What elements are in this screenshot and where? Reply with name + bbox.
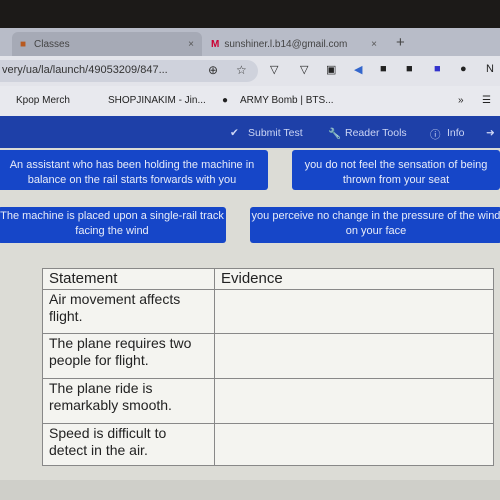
info-icon: ⓘ — [430, 129, 441, 141]
evidence-drop-zone[interactable] — [214, 289, 494, 334]
tab-strip: ■ Classes × Msunshiner.l.b14@gmail.com × + — [0, 28, 500, 56]
extension-icon[interactable]: N — [486, 63, 494, 75]
evidence-card[interactable]: An assistant who has been holding the ma… — [0, 150, 268, 190]
info-button[interactable]: Info — [447, 127, 465, 139]
extension-icon[interactable]: ● — [460, 63, 467, 75]
column-header: Evidence — [214, 268, 494, 290]
reader-tools-button[interactable]: Reader Tools — [345, 127, 407, 139]
globe-icon: ● — [222, 95, 229, 106]
reading-list-icon[interactable]: ☰ — [482, 95, 491, 106]
evidence-card[interactable]: The machine is placed upon a single-rail… — [0, 207, 226, 243]
extension-icon[interactable]: ■ — [434, 63, 441, 75]
tab-classes[interactable]: ■ Classes × — [12, 32, 202, 56]
bookmark-army-bomb[interactable]: ARMY Bomb | BTS... — [240, 95, 334, 106]
classroom-icon: ■ — [20, 38, 27, 50]
column-header: Statement — [42, 268, 215, 290]
address-bar-row: very/ua/la/launch/49053209/847... ⊕ ☆ ▽ ▽… — [0, 56, 500, 86]
statement-cell: Speed is difficult to detect in the air. — [42, 423, 215, 466]
table-row: The plane ride is remarkably smooth. — [42, 378, 494, 424]
bookmark-kpop-merch[interactable]: Kpop Merch — [16, 95, 70, 106]
tab-gmail[interactable]: Msunshiner.l.b14@gmail.com × — [205, 32, 385, 56]
test-toolbar: ✔ Submit Test 🔧 Reader Tools ⓘ Info ➜ — [0, 116, 500, 148]
table-row: Air movement affects flight. — [42, 289, 494, 334]
table-row: Speed is difficult to detect in the air. — [42, 423, 494, 466]
new-tab-button[interactable]: + — [396, 34, 405, 51]
extension-icon[interactable]: ■ — [406, 63, 413, 75]
url-input[interactable]: very/ua/la/launch/49053209/847... ⊕ ☆ — [0, 60, 258, 82]
gmail-icon: M — [211, 38, 220, 50]
wrench-icon: 🔧 — [328, 128, 342, 140]
check-icon: ✔ — [230, 127, 239, 139]
audio-icon[interactable]: ◀ — [354, 63, 362, 76]
submit-test-button[interactable]: Submit Test — [248, 127, 303, 139]
extension-icon[interactable]: ■ — [380, 63, 387, 75]
evidence-drop-zone[interactable] — [214, 423, 494, 466]
statement-cell: The plane ride is remarkably smooth. — [42, 378, 215, 424]
more-bookmarks-button[interactable]: » — [458, 95, 464, 106]
page-footer — [0, 480, 500, 500]
screen-bezel — [0, 0, 500, 28]
statement-cell: Air movement affects flight. — [42, 289, 215, 334]
extension-icon[interactable]: ▽ — [270, 63, 278, 76]
zoom-icon[interactable]: ⊕ — [208, 63, 218, 77]
bookmarks-bar: Kpop Merch SHOPJINAKIM - Jin... ● ARMY B… — [0, 86, 500, 116]
evidence-card[interactable]: you perceive no change in the pressure o… — [250, 207, 500, 243]
statement-evidence-table: Statement Evidence Air movement affects f… — [42, 268, 494, 466]
close-tab-icon[interactable]: × — [188, 39, 194, 50]
exit-icon[interactable]: ➜ — [486, 127, 495, 139]
extension-icon[interactable]: ▣ — [326, 63, 336, 76]
evidence-drop-zone[interactable] — [214, 333, 494, 379]
bookmark-shopjinakim[interactable]: SHOPJINAKIM - Jin... — [108, 95, 206, 106]
statement-cell: The plane requires two people for flight… — [42, 333, 215, 379]
evidence-card[interactable]: you do not feel the sensation of being t… — [292, 150, 500, 190]
evidence-drop-zone[interactable] — [214, 378, 494, 424]
extension-icon[interactable]: ▽ — [300, 63, 308, 76]
table-row: The plane requires two people for flight… — [42, 333, 494, 379]
bookmark-star-icon[interactable]: ☆ — [236, 63, 247, 77]
close-tab-icon[interactable]: × — [371, 39, 377, 50]
